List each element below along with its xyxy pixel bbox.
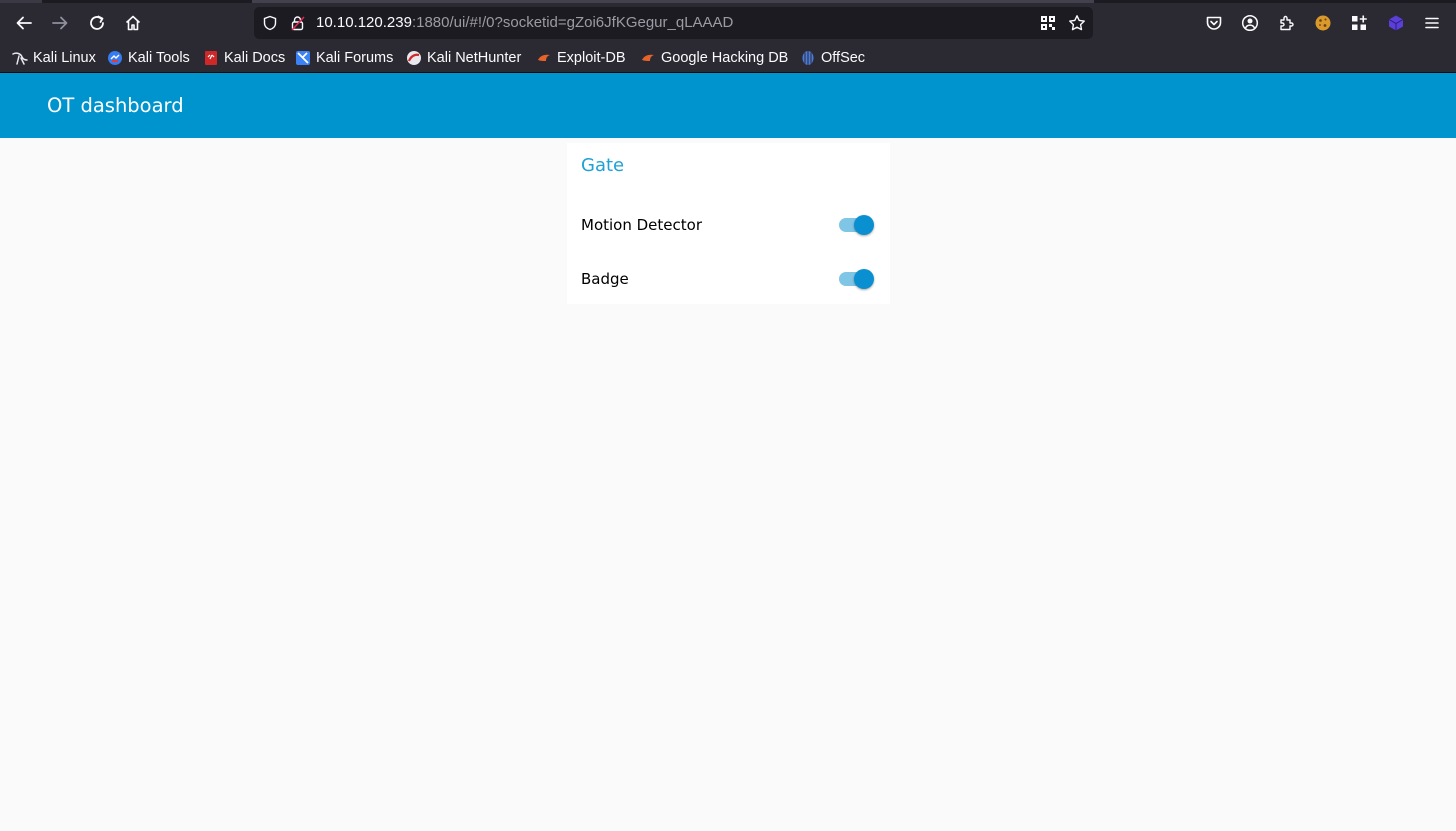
bookmark-kali-docs[interactable]: Kali Docs — [203, 47, 285, 69]
bookmark-label: Exploit-DB — [557, 50, 626, 66]
reload-icon — [90, 15, 104, 30]
menu-button[interactable] — [1419, 10, 1445, 36]
kali-dragon-icon — [12, 52, 28, 65]
bookmark-label: Kali Docs — [224, 50, 286, 66]
forward-button[interactable] — [47, 10, 73, 36]
extensions-icon — [1280, 15, 1294, 31]
bookmark-offsec[interactable]: OffSec — [800, 47, 865, 69]
bookmark-star-icon[interactable] — [1068, 14, 1086, 32]
back-button[interactable] — [11, 10, 37, 36]
reload-button[interactable] — [84, 10, 110, 36]
url-host: 10.10.120.239 — [316, 14, 412, 31]
kali-forums-icon — [296, 51, 310, 65]
account-icon — [1241, 14, 1259, 32]
home-button[interactable] — [120, 10, 146, 36]
account-button[interactable] — [1237, 10, 1263, 36]
url-path: :1880/ui/#!/0?socketid=gZoi6JfKGegur_qLA… — [411, 14, 734, 31]
bookmark-kali-tools[interactable]: Kali Tools — [107, 47, 190, 69]
exploit-db-icon — [538, 54, 550, 61]
insecure-lock-icon[interactable] — [290, 15, 306, 31]
bookmark-label: Kali NetHunter — [427, 50, 522, 66]
bookmark-label: Kali Linux — [33, 50, 96, 66]
forward-icon — [52, 16, 68, 30]
grid-extension-button[interactable] — [1346, 10, 1372, 36]
motion-detector-switch[interactable] — [838, 215, 875, 235]
cookie-icon — [1315, 15, 1331, 31]
url-bar[interactable]: 10.10.120.239:1880/ui/#!/0?socketid=gZoi… — [254, 7, 1093, 39]
bookmark-label: Kali Tools — [128, 50, 190, 66]
kali-nethunter-icon — [407, 51, 421, 65]
motion-detector-label: Motion Detector — [581, 216, 702, 234]
browser-toolbar: 10.10.120.239:1880/ui/#!/0?socketid=gZoi… — [0, 3, 1456, 43]
dashboard-header: OT dashboard — [0, 73, 1456, 138]
kali-tools-icon — [108, 51, 122, 65]
switch-thumb — [854, 215, 874, 235]
motion-detector-row: Motion Detector — [581, 210, 877, 240]
badge-label: Badge — [581, 270, 629, 288]
badge-switch[interactable] — [838, 269, 875, 289]
ghdb-icon — [642, 54, 654, 61]
bookmark-label: Kali Forums — [316, 50, 394, 66]
gate-card: Gate Motion Detector Badge — [567, 143, 890, 304]
cookie-extension-button[interactable] — [1310, 10, 1336, 36]
bookmark-kali-forums[interactable]: Kali Forums — [295, 47, 393, 69]
bookmarks-toolbar: Kali Linux Kali Tools Kali Docs Kali For… — [0, 43, 1456, 73]
bookmark-google-hacking-db[interactable]: Google Hacking DB — [640, 47, 788, 69]
extension-cube-icon — [1388, 15, 1404, 31]
offsec-icon — [802, 51, 814, 65]
qr-code-icon[interactable] — [1040, 15, 1056, 31]
url-text[interactable]: 10.10.120.239:1880/ui/#!/0?socketid=gZoi… — [316, 7, 733, 39]
cube-extension-button[interactable] — [1383, 10, 1409, 36]
pocket-icon — [1206, 16, 1222, 30]
bookmark-kali-nethunter[interactable]: Kali NetHunter — [406, 47, 521, 69]
bookmark-label: OffSec — [821, 50, 866, 66]
grid-plus-icon — [1352, 15, 1367, 30]
shield-icon[interactable] — [262, 15, 278, 31]
bookmark-kali-linux[interactable]: Kali Linux — [12, 47, 96, 69]
page-title: OT dashboard — [47, 94, 184, 117]
menu-icon — [1425, 17, 1439, 29]
home-icon — [125, 15, 141, 31]
kali-docs-icon — [205, 51, 217, 65]
pocket-button[interactable] — [1201, 10, 1227, 36]
card-title: Gate — [581, 155, 625, 176]
switch-thumb — [854, 269, 874, 289]
badge-row: Badge — [581, 264, 877, 294]
bookmark-label: Google Hacking DB — [661, 50, 789, 66]
bookmark-exploit-db[interactable]: Exploit-DB — [536, 47, 626, 69]
back-icon — [16, 16, 32, 30]
extensions-button[interactable] — [1274, 10, 1300, 36]
